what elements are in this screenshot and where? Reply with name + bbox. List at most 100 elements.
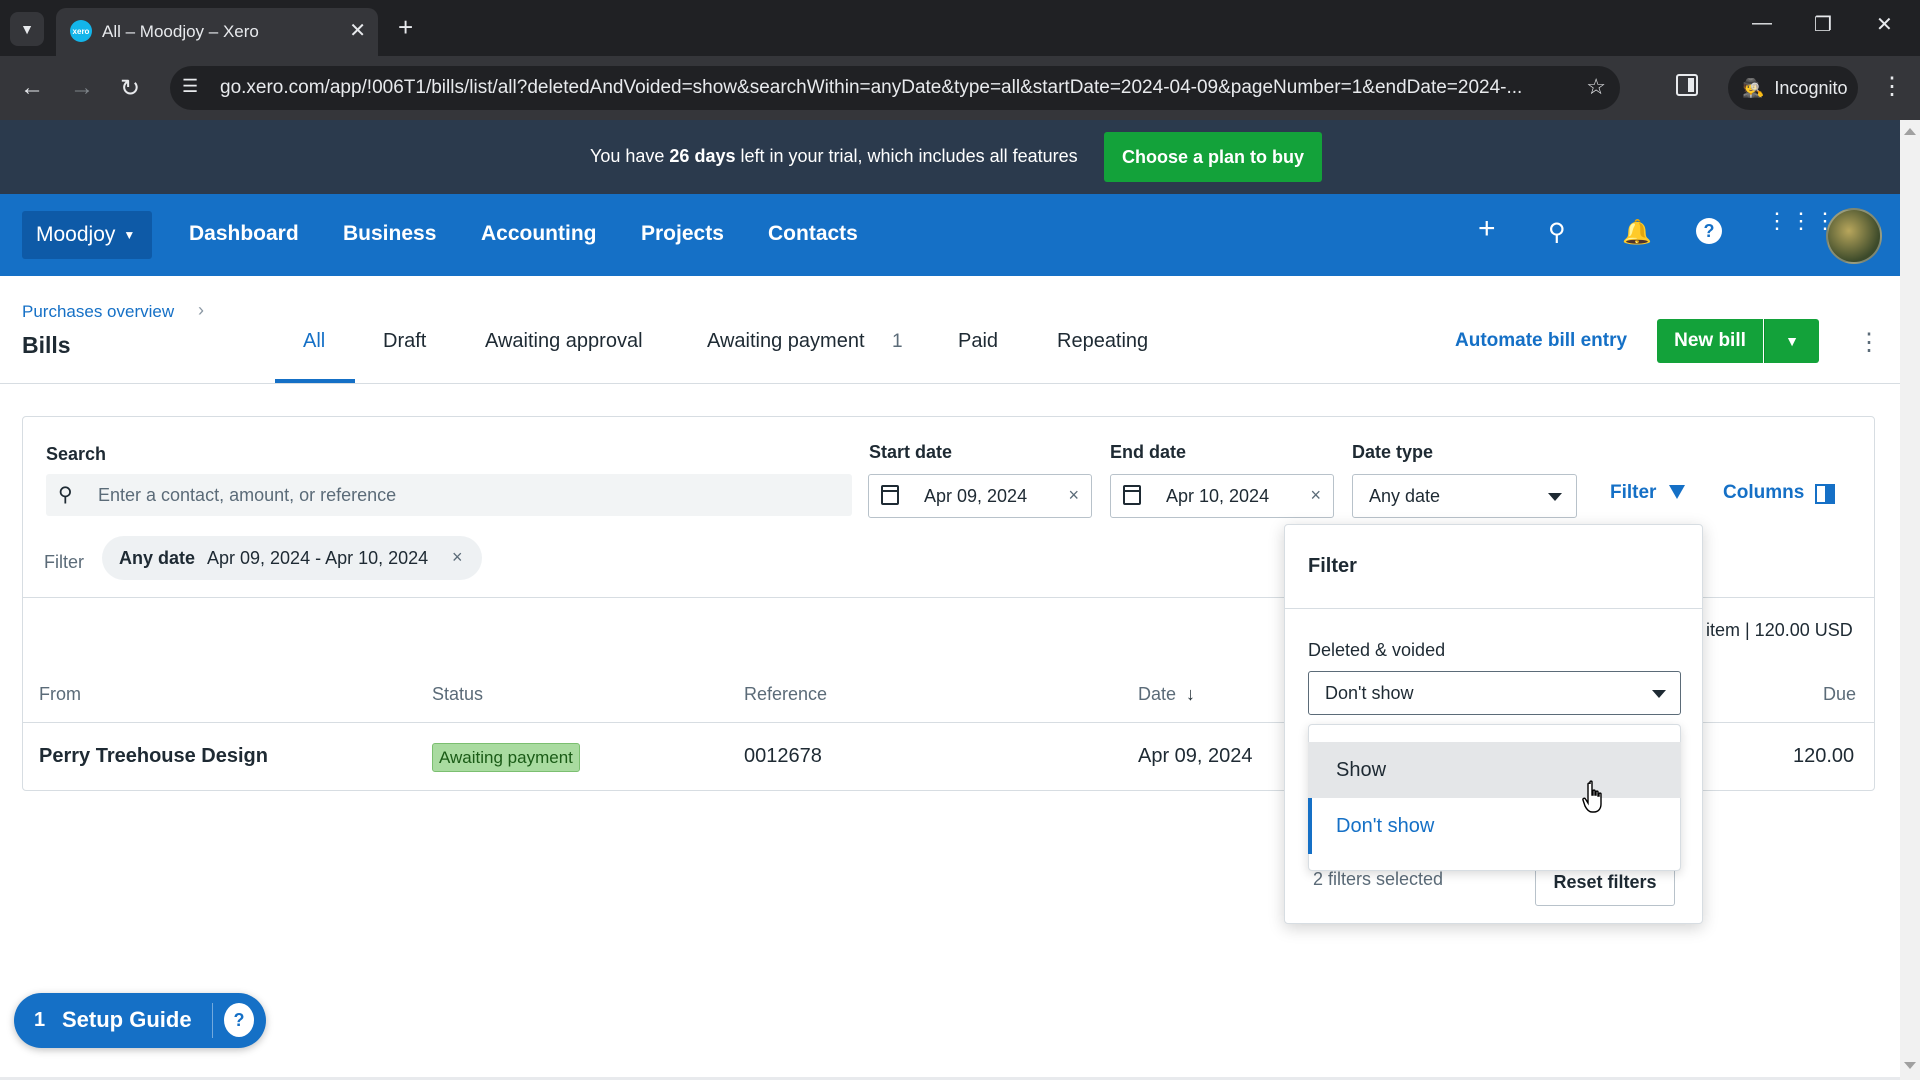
window-close-icon[interactable]: ✕: [1876, 12, 1893, 37]
page-title: Bills: [22, 332, 71, 358]
site-settings-icon[interactable]: ☰: [182, 76, 198, 97]
search-placeholder: Enter a contact, amount, or reference: [98, 485, 397, 505]
url-bar[interactable]: ☰ go.xero.com/app/!006T1/bills/list/all?…: [170, 66, 1620, 110]
breadcrumb[interactable]: Purchases overview: [22, 302, 174, 322]
setup-guide-count: 1: [34, 1009, 46, 1031]
row-date: Apr 09, 2024: [1138, 745, 1253, 767]
nav-contacts[interactable]: Contacts: [768, 222, 858, 246]
search-icon[interactable]: ⚲: [1548, 218, 1566, 247]
page-scrollbar[interactable]: [1900, 120, 1920, 1080]
funnel-icon: [1669, 485, 1685, 499]
start-date-label: Start date: [869, 442, 953, 462]
bookmark-star-icon[interactable]: ☆: [1586, 74, 1606, 100]
results-summary: item | 120.00 USD: [1706, 620, 1853, 640]
clear-icon[interactable]: ×: [1310, 485, 1321, 506]
tab-awaiting-approval[interactable]: Awaiting approval: [485, 330, 643, 353]
help-chat-icon[interactable]: ?: [224, 1003, 254, 1037]
new-bill-dropdown-button[interactable]: ▼: [1764, 319, 1819, 363]
chip-value: Apr 09, 2024 - Apr 10, 2024: [207, 548, 429, 568]
search-input[interactable]: ⚲ Enter a contact, amount, or reference: [46, 474, 852, 516]
tab-awaiting-payment[interactable]: Awaiting payment: [707, 330, 865, 353]
remove-filter-icon[interactable]: ×: [452, 547, 463, 568]
tab-draft[interactable]: Draft: [383, 330, 426, 353]
column-header-date[interactable]: Date: [1138, 684, 1176, 705]
bell-icon[interactable]: 🔔: [1622, 218, 1652, 247]
automate-bill-entry-link[interactable]: Automate bill entry: [1455, 330, 1627, 352]
app-header: Moodjoy ▼ Dashboard Business Accounting …: [0, 194, 1900, 276]
address-bar-row: ← → ↻ ☰ go.xero.com/app/!006T1/bills/lis…: [0, 56, 1920, 120]
date-filter-chip: Any date Apr 09, 2024 - Apr 10, 2024 ×: [102, 536, 482, 580]
header-divider: [0, 383, 1900, 384]
nav-dashboard[interactable]: Dashboard: [189, 222, 299, 246]
tab-repeating[interactable]: Repeating: [1057, 330, 1148, 353]
side-panel-icon[interactable]: [1676, 74, 1698, 96]
scroll-down-icon[interactable]: [1904, 1062, 1916, 1069]
row-from[interactable]: Perry Treehouse Design: [39, 745, 268, 768]
chevron-down-icon: ▼: [1785, 333, 1799, 349]
column-header-status[interactable]: Status: [432, 684, 483, 705]
plus-icon[interactable]: +: [1478, 212, 1496, 246]
end-date-value: Apr 10, 2024: [1166, 486, 1270, 506]
option-show[interactable]: Show: [1308, 742, 1681, 798]
end-date-label: End date: [1110, 442, 1187, 462]
help-icon[interactable]: ?: [1696, 218, 1722, 244]
nav-business[interactable]: Business: [343, 222, 436, 246]
trial-text-prefix: You have: [590, 146, 670, 166]
browser-menu-icon[interactable]: ⋮: [1880, 72, 1904, 101]
reload-icon[interactable]: ↻: [120, 74, 140, 103]
calendar-icon: [881, 485, 899, 505]
awaiting-payment-count: 1: [892, 331, 903, 352]
column-header-reference[interactable]: Reference: [744, 684, 827, 705]
avatar[interactable]: [1826, 208, 1882, 264]
tab-title: All – Moodjoy – Xero: [102, 22, 259, 41]
start-date-field[interactable]: Apr 09, 2024 ×: [868, 474, 1092, 518]
columns-button[interactable]: Columns: [1723, 482, 1804, 504]
date-type-label: Date type: [1352, 442, 1434, 462]
search-label: Search: [46, 444, 107, 464]
deleted-voided-select[interactable]: Don't show: [1308, 671, 1681, 715]
tab-search-button[interactable]: ▼: [10, 12, 44, 46]
trial-text-suffix: left in your trial, which includes all f…: [735, 146, 1078, 166]
date-type-select[interactable]: Any date: [1352, 474, 1577, 518]
new-bill-button[interactable]: New bill: [1657, 319, 1763, 363]
chip-key: Any date: [119, 548, 196, 568]
new-tab-button[interactable]: +: [398, 12, 413, 43]
column-header-from[interactable]: From: [39, 684, 81, 705]
xero-favicon-icon: xero: [70, 20, 92, 42]
column-header-due[interactable]: Due: [1823, 684, 1856, 705]
nav-projects[interactable]: Projects: [641, 222, 724, 246]
browser-tab[interactable]: xero All – Moodjoy – Xero ✕: [56, 8, 378, 56]
org-name: Moodjoy: [36, 223, 116, 246]
url-text[interactable]: go.xero.com/app/!006T1/bills/list/all?de…: [220, 77, 1560, 99]
minimize-icon[interactable]: —: [1752, 12, 1772, 35]
search-icon: ⚲: [58, 484, 73, 506]
popover-divider: [1284, 608, 1703, 609]
trial-text: You have 26 days left in your trial, whi…: [590, 146, 1078, 167]
trial-days: 26 days: [669, 146, 736, 166]
organisation-menu-button[interactable]: Moodjoy ▼: [22, 211, 152, 259]
setup-guide-button[interactable]: 1 Setup Guide ?: [14, 993, 266, 1048]
start-date-value: Apr 09, 2024: [924, 486, 1028, 506]
restore-icon[interactable]: ❐: [1814, 12, 1832, 37]
more-options-icon[interactable]: ⋮: [1857, 328, 1881, 357]
tab-all[interactable]: All: [303, 330, 325, 353]
forward-icon[interactable]: →: [70, 74, 94, 102]
scroll-up-icon[interactable]: [1904, 128, 1916, 135]
nav-accounting[interactable]: Accounting: [481, 222, 597, 246]
tab-close-icon[interactable]: ✕: [349, 18, 366, 43]
incognito-icon: 🕵: [1742, 77, 1765, 98]
caret-down-icon: [1548, 493, 1562, 501]
filter-button[interactable]: Filter: [1610, 482, 1656, 504]
choose-plan-button[interactable]: Choose a plan to buy: [1104, 132, 1322, 182]
option-dont-show[interactable]: Don't show: [1308, 798, 1681, 854]
clear-icon[interactable]: ×: [1068, 485, 1079, 506]
end-date-field[interactable]: Apr 10, 2024 ×: [1110, 474, 1334, 518]
sort-arrow-down-icon[interactable]: ↓: [1186, 684, 1195, 705]
back-icon[interactable]: ←: [20, 74, 44, 102]
setup-guide-divider: [212, 1003, 213, 1038]
chevron-down-icon: ▼: [123, 228, 136, 242]
row-due: 120.00: [1793, 745, 1855, 767]
tab-paid[interactable]: Paid: [958, 330, 998, 353]
incognito-badge[interactable]: 🕵 Incognito: [1728, 66, 1858, 110]
filters-selected-count: 2 filters selected: [1313, 869, 1444, 889]
